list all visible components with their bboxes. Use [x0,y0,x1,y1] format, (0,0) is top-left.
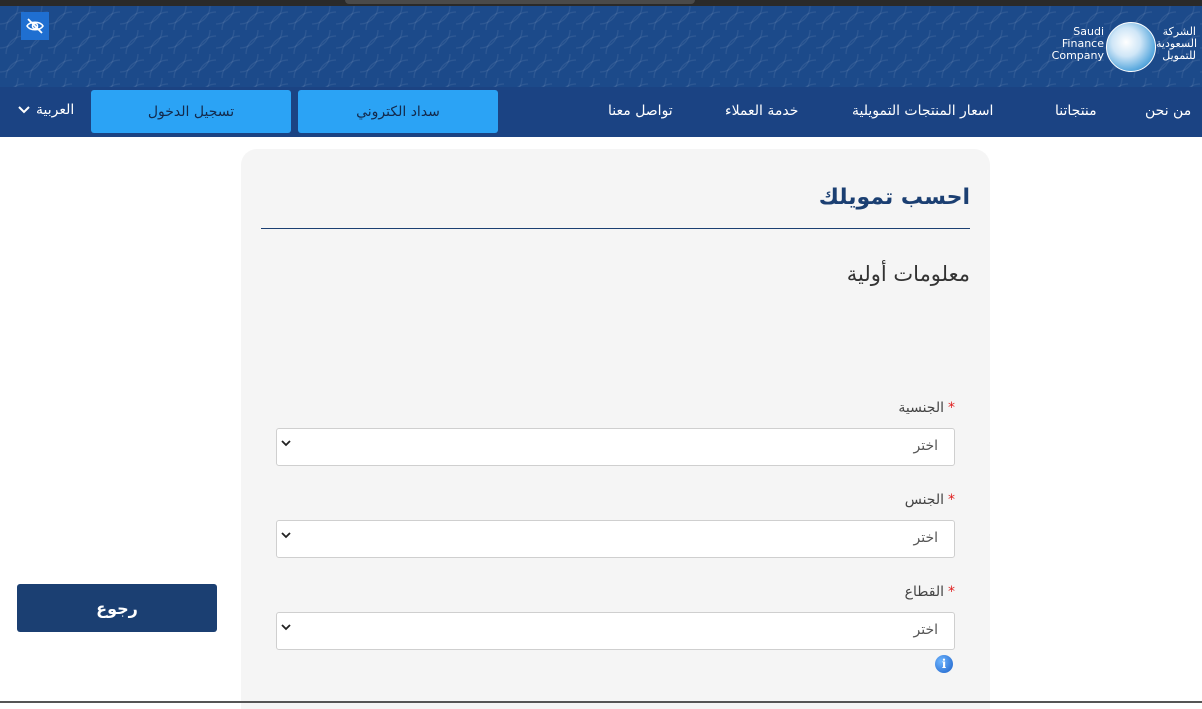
chevron-down-icon [281,624,291,631]
back-button[interactable]: رجوع [17,584,217,632]
nationality-label: *الجنسية [898,400,955,416]
logo-emblem-icon [1106,22,1156,72]
sector-value: اختر [913,622,939,638]
nav-prices[interactable]: اسعار المنتجات التمويلية [852,103,993,119]
nationality-value: اختر [913,438,939,454]
gender-label-text: الجنس [904,492,944,508]
chevron-down-icon [18,106,30,114]
sector-select[interactable]: اختر [276,612,955,650]
section-title: معلومات أولية [846,262,970,286]
login-button[interactable]: تسجيل الدخول [91,90,291,133]
gender-select[interactable]: اختر [276,520,955,558]
page-title: احسب تمويلك [818,185,970,210]
logo-english-text: Saudi Finance Company [1051,25,1104,62]
accessibility-toggle-button[interactable] [21,12,49,40]
company-logo[interactable]: الشركة السعودية للتمويل Saudi Finance Co… [1046,20,1198,76]
sector-label: *القطاع [905,584,955,600]
language-selector[interactable]: العربية [18,102,74,118]
nationality-select[interactable]: اختر [276,428,955,466]
nav-contact[interactable]: تواصل معنا [608,103,673,119]
chevron-down-icon [281,532,291,539]
gender-value: اختر [913,530,939,546]
required-mark: * [948,492,955,508]
nav-about[interactable]: من نحن [1145,103,1191,119]
financing-calculator-card: احسب تمويلك معلومات أولية *الجنسية اختر … [241,149,990,709]
sector-label-text: القطاع [904,584,944,600]
chevron-down-icon [281,440,291,447]
e-payment-button[interactable]: سداد الكتروني [298,90,498,133]
gender-label: *الجنس [905,492,955,508]
eye-slash-icon [26,18,44,34]
language-label: العربية [36,102,75,118]
required-mark: * [948,400,955,416]
info-icon[interactable]: i [935,655,953,673]
title-divider [261,228,970,229]
browser-tab-shadow [345,0,695,4]
required-mark: * [948,584,955,600]
nav-products[interactable]: منتجاتنا [1055,103,1097,119]
nationality-label-text: الجنسية [898,400,944,416]
logo-arabic-text: الشركة السعودية للتمويل [1156,25,1198,62]
nav-customer-service[interactable]: خدمة العملاء [725,103,798,119]
